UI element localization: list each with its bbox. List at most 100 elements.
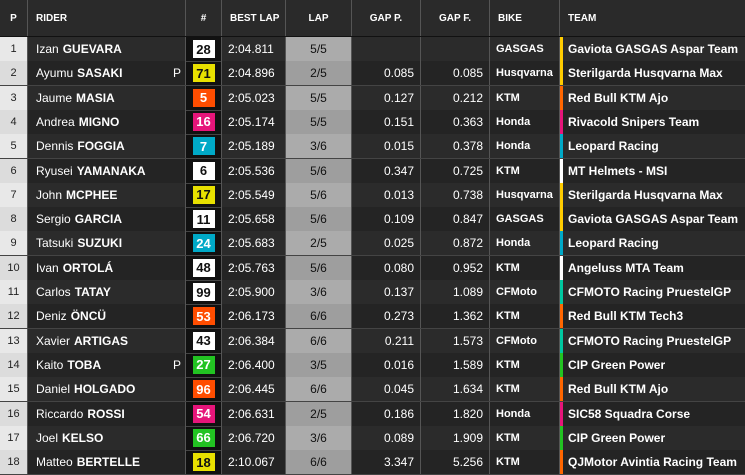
rider-cell[interactable]: Riccardo ROSSI <box>28 401 186 426</box>
team-cell[interactable]: CFMOTO Racing PruestelGP <box>560 328 745 353</box>
team-cell[interactable]: Red Bull KTM Ajo <box>560 377 745 402</box>
lap-cell: 5/6 <box>286 182 352 207</box>
rider-cell[interactable]: John MCPHEE <box>28 182 186 207</box>
rider-last-name: ORTOLÁ <box>62 260 114 275</box>
header-gap-previous[interactable]: GAP P. <box>352 0 421 36</box>
rider-cell[interactable]: Dennis FOGGIA <box>28 134 186 159</box>
best-lap-cell: 2:06.631 <box>222 401 286 426</box>
rider-last-name: HOLGADO <box>74 382 136 397</box>
team-color-bar <box>560 37 563 61</box>
team-cell[interactable]: Leopard Racing <box>560 231 745 256</box>
position-cell: 3 <box>0 85 28 110</box>
gap-previous-cell: 0.013 <box>352 182 421 207</box>
team-cell[interactable]: Red Bull KTM Tech3 <box>560 304 745 329</box>
team-cell[interactable]: MT Helmets - MSI <box>560 158 745 183</box>
header-bike[interactable]: BIKE <box>490 0 560 36</box>
table-row[interactable]: 11 Carlos TATAY 99 2:05.900 3/6 0.137 1.089 CFMo… <box>0 280 745 305</box>
lap-cell: 6/6 <box>286 450 352 475</box>
number-cell: 43 <box>186 328 222 353</box>
gap-previous-cell: 0.151 <box>352 109 421 134</box>
table-row[interactable]: 6 Ryusei YAMANAKA 6 2:05.536 5/6 0.347 0.725 KTM… <box>0 158 745 184</box>
best-lap-cell: 2:04.811 <box>222 37 286 61</box>
rider-cell[interactable]: Ayumu SASAKI P <box>28 61 186 86</box>
table-row[interactable]: 10 Ivan ORTOLÁ 48 2:05.763 5/6 0.080 0.952 KTM An… <box>0 255 745 281</box>
table-row[interactable]: 1 Izan GUEVARA 28 2:04.811 5/5 GASGAS Gaviota G… <box>0 37 745 62</box>
gap-first-cell <box>421 37 490 61</box>
bike-label: CFMoto <box>496 286 537 298</box>
header-team[interactable]: TEAM <box>560 0 745 36</box>
team-cell[interactable]: CIP Green Power <box>560 425 745 450</box>
rider-cell[interactable]: Deniz ÖNCÜ <box>28 304 186 329</box>
team-cell[interactable]: Gaviota GASGAS Aspar Team <box>560 37 745 61</box>
rider-cell[interactable]: Sergio GARCIA <box>28 207 186 232</box>
best-lap-cell: 2:04.896 <box>222 61 286 86</box>
rider-cell[interactable]: Daniel HOLGADO <box>28 377 186 402</box>
rider-cell[interactable]: Tatsuki SUZUKI <box>28 231 186 256</box>
table-row[interactable]: 5 Dennis FOGGIA 7 2:05.189 3/6 0.015 0.378 Honda… <box>0 134 745 160</box>
bike-cell: KTM <box>490 425 560 450</box>
gap-first-cell: 0.738 <box>421 182 490 207</box>
team-color-bar <box>560 401 563 426</box>
team-label: Red Bull KTM Ajo <box>568 90 669 105</box>
rider-cell[interactable]: Matteo BERTELLE <box>28 450 186 475</box>
rider-cell[interactable]: Kaito TOBA P <box>28 352 186 377</box>
header-lap[interactable]: LAP <box>286 0 352 36</box>
table-row[interactable]: 14 Kaito TOBA P 27 2:06.400 3/5 0.016 1.589 KTM CI… <box>0 352 745 378</box>
team-cell[interactable]: Gaviota GASGAS Aspar Team <box>560 207 745 232</box>
lap-cell: 5/5 <box>286 37 352 61</box>
rider-cell[interactable]: Xavier ARTIGAS <box>28 328 186 353</box>
table-row[interactable]: 4 Andrea MIGNO 16 2:05.174 5/5 0.151 0.363 Honda… <box>0 109 745 135</box>
position-cell: 12 <box>0 304 28 329</box>
table-row[interactable]: 9 Tatsuki SUZUKI 24 2:05.683 2/5 0.025 0.872 Hon… <box>0 231 745 257</box>
team-cell[interactable]: CIP Green Power <box>560 352 745 377</box>
bike-cell: Honda <box>490 231 560 256</box>
bike-label: KTM <box>496 91 520 104</box>
team-cell[interactable]: QJMotor Avintia Racing Team <box>560 450 745 475</box>
team-cell[interactable]: Leopard Racing <box>560 134 745 159</box>
table-row[interactable]: 2 Ayumu SASAKI P 71 2:04.896 2/5 0.085 0.085 Husq… <box>0 61 745 87</box>
team-cell[interactable]: Red Bull KTM Ajo <box>560 85 745 110</box>
gap-first-cell: 1.089 <box>421 280 490 304</box>
table-row[interactable]: 7 John MCPHEE 17 2:05.549 5/6 0.013 0.738 Husqva… <box>0 182 745 208</box>
bike-cell: KTM <box>490 450 560 475</box>
header-pos[interactable]: P <box>0 0 28 36</box>
rider-cell[interactable]: Jaume MASIA <box>28 85 186 110</box>
team-label: Angeluss MTA Team <box>568 260 684 275</box>
number-cell: 18 <box>186 450 222 475</box>
team-cell[interactable]: CFMOTO Racing PruestelGP <box>560 280 745 304</box>
table-row[interactable]: 12 Deniz ÖNCÜ 53 2:06.173 6/6 0.273 1.362 KTM Red… <box>0 304 745 330</box>
rider-cell[interactable]: Ryusei YAMANAKA <box>28 158 186 183</box>
number-cell: 5 <box>186 85 222 110</box>
table-row[interactable]: 18 Matteo BERTELLE 18 2:10.067 6/6 3.347 5.256 K… <box>0 450 745 475</box>
lap-cell: 5/5 <box>286 109 352 134</box>
table-row[interactable]: 16 Riccardo ROSSI 54 2:06.631 2/5 0.186 1.820 Ho… <box>0 401 745 427</box>
table-row[interactable]: 3 Jaume MASIA 5 2:05.023 5/5 0.127 0.212 KTM Red … <box>0 85 745 111</box>
rider-cell[interactable]: Joel KELSO <box>28 425 186 450</box>
team-cell[interactable]: Sterilgarda Husqvarna Max <box>560 182 745 207</box>
team-cell[interactable]: Sterilgarda Husqvarna Max <box>560 61 745 86</box>
rider-cell[interactable]: Izan GUEVARA <box>28 37 186 61</box>
team-cell[interactable]: Rivacold Snipers Team <box>560 109 745 134</box>
table-row[interactable]: 15 Daniel HOLGADO 96 2:06.445 6/6 0.045 1.634 KT… <box>0 377 745 403</box>
header-gap-first[interactable]: GAP F. <box>421 0 490 36</box>
header-best-lap[interactable]: BEST LAP <box>222 0 286 36</box>
rider-cell[interactable]: Andrea MIGNO <box>28 109 186 134</box>
bike-label: Honda <box>496 115 531 128</box>
bike-cell: Honda <box>490 401 560 426</box>
header-rider[interactable]: RIDER <box>28 0 186 36</box>
gap-first-cell: 0.847 <box>421 207 490 232</box>
gap-first-cell: 0.212 <box>421 85 490 110</box>
bike-cell: KTM <box>490 377 560 402</box>
table-row[interactable]: 8 Sergio GARCIA 11 2:05.658 5/6 0.109 0.847 GASG… <box>0 207 745 233</box>
rider-cell[interactable]: Ivan ORTOLÁ <box>28 255 186 280</box>
bike-cell: Husqvarna <box>490 61 560 86</box>
team-color-bar <box>560 231 563 256</box>
team-cell[interactable]: Angeluss MTA Team <box>560 255 745 280</box>
table-row[interactable]: 13 Xavier ARTIGAS 43 2:06.384 6/6 0.211 1.573 CF… <box>0 328 745 354</box>
rider-cell[interactable]: Carlos TATAY <box>28 280 186 304</box>
header-number[interactable]: # <box>186 0 222 36</box>
team-cell[interactable]: SIC58 Squadra Corse <box>560 401 745 426</box>
bike-label: GASGAS <box>496 43 544 55</box>
bike-label: KTM <box>496 261 520 274</box>
table-row[interactable]: 17 Joel KELSO 66 2:06.720 3/6 0.089 1.909 KTM CIP… <box>0 425 745 451</box>
